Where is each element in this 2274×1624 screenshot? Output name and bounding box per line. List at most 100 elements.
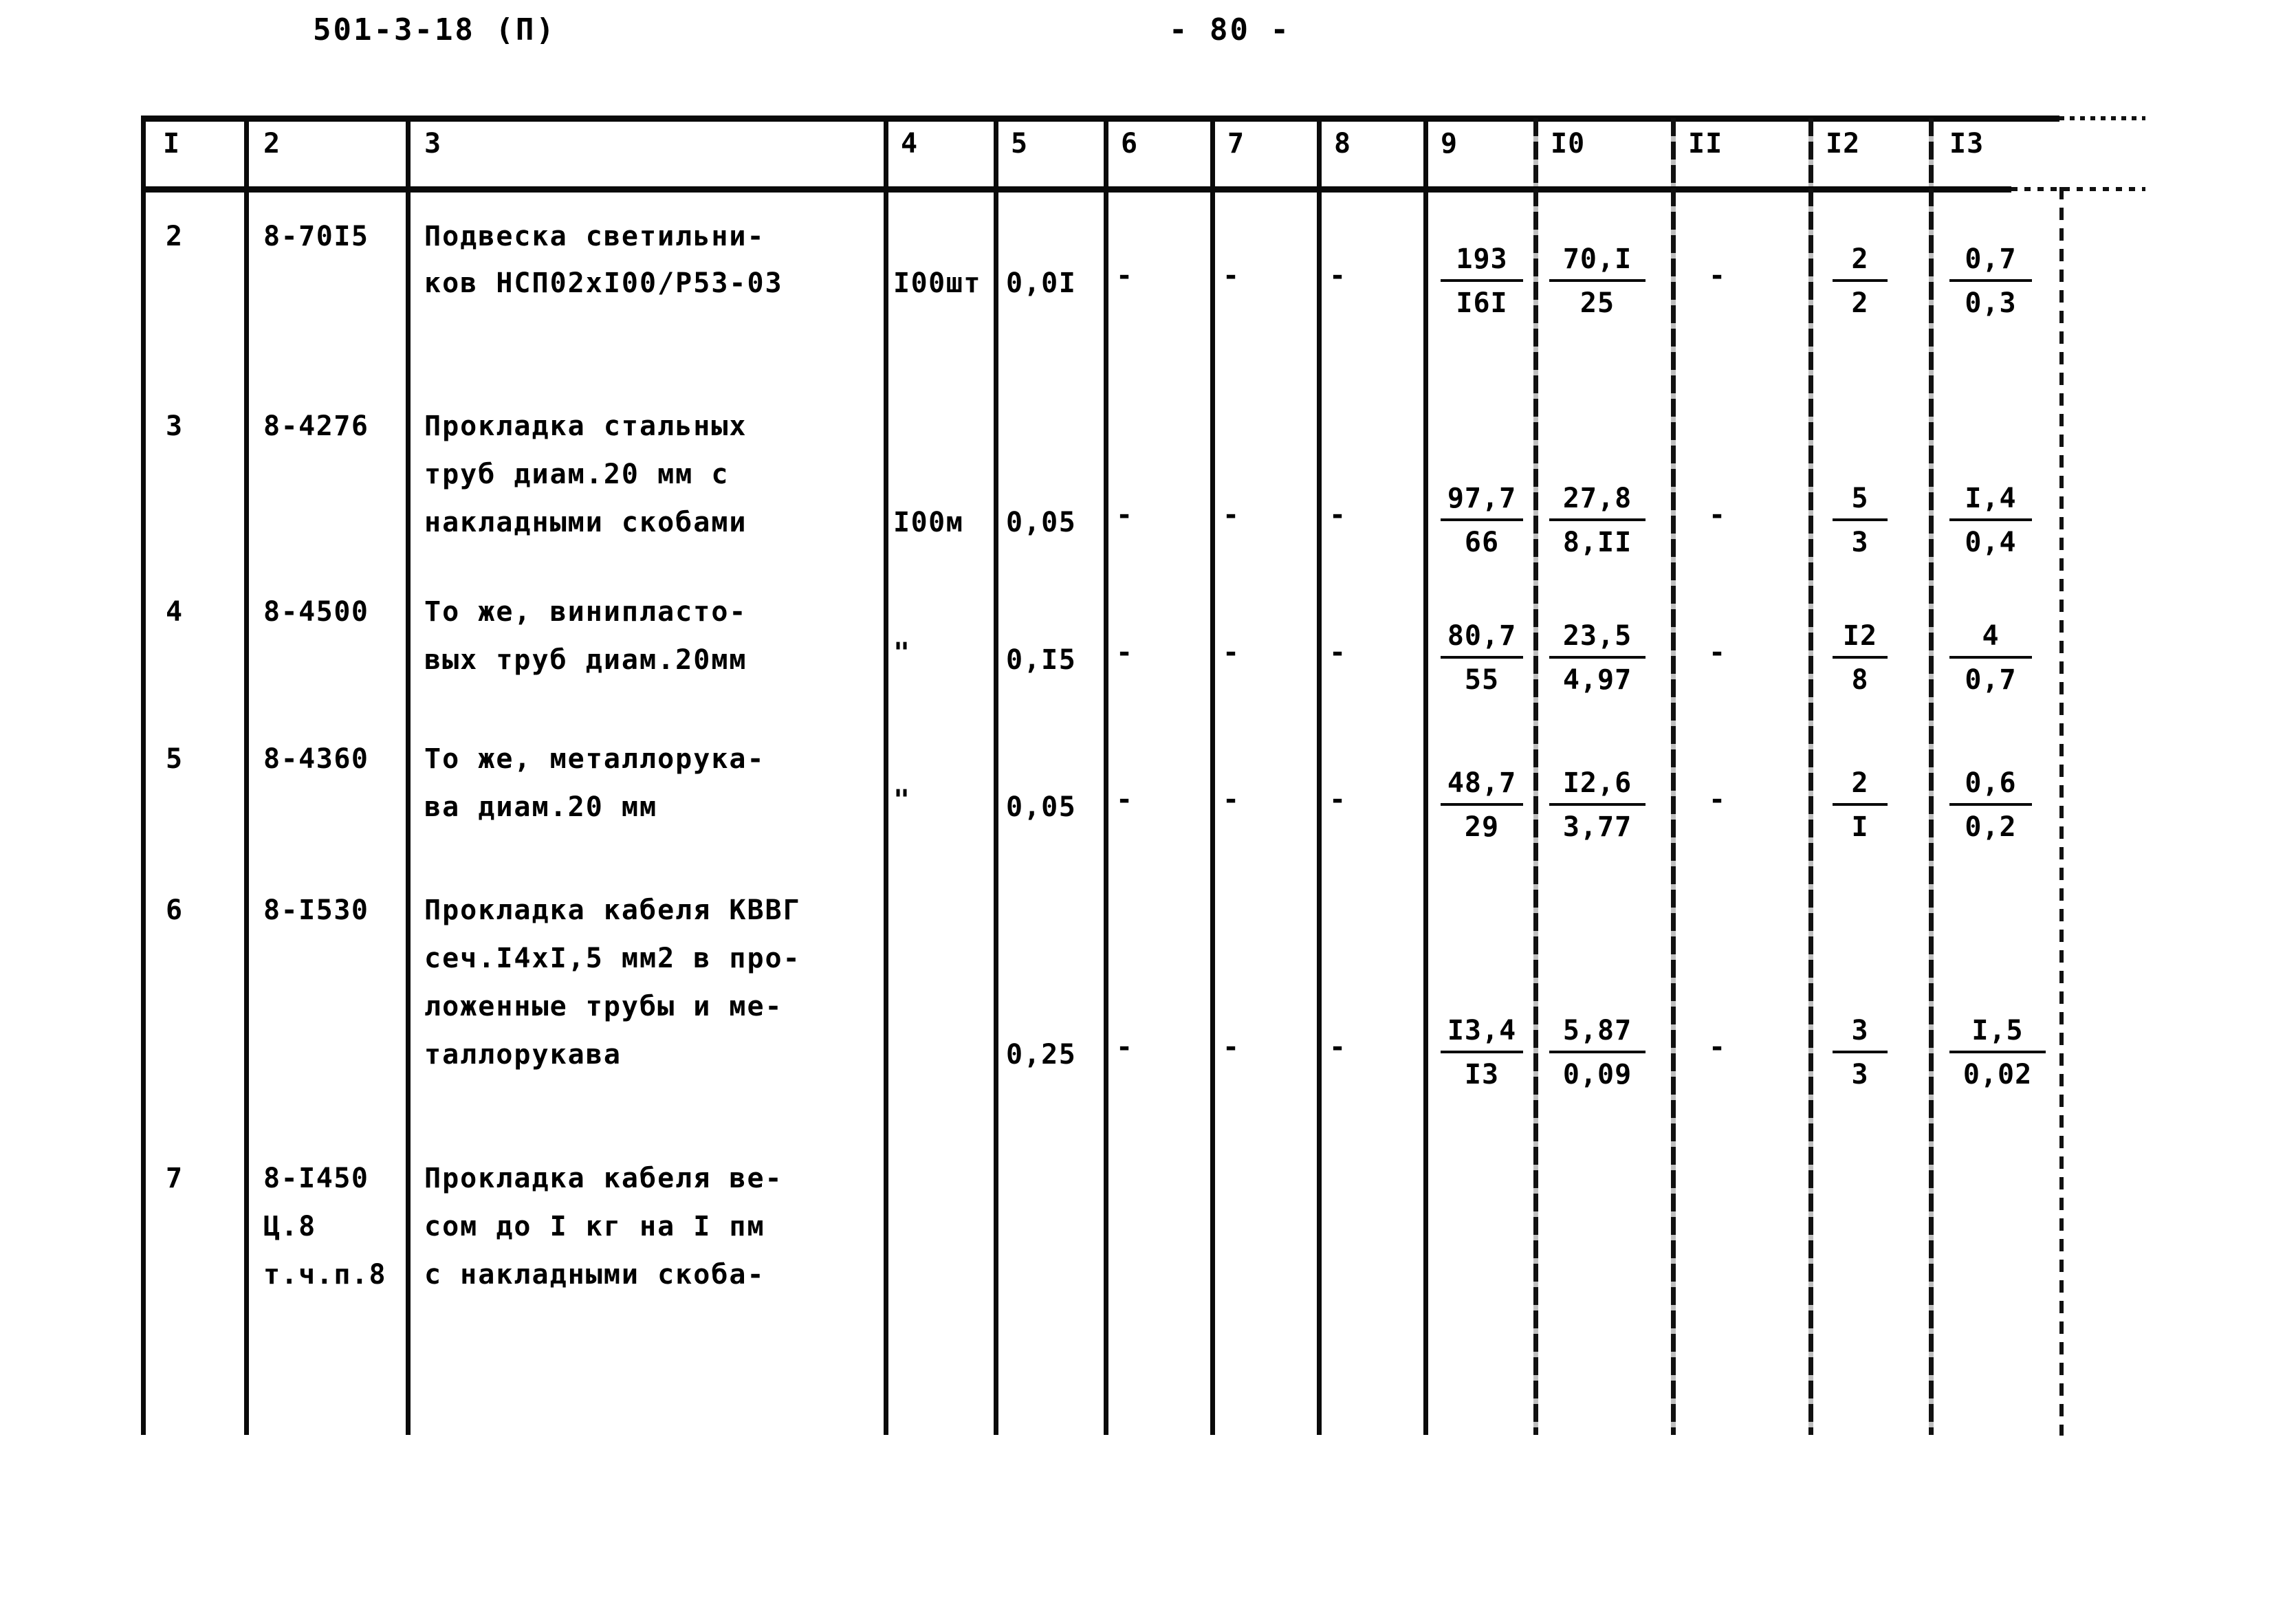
row-description-line: То же, металлорука- xyxy=(424,743,765,775)
col-border-3-4 xyxy=(884,118,888,1435)
row-code-extra: Ц.8 xyxy=(263,1211,316,1242)
row-code: 8-4276 xyxy=(263,410,369,442)
row-col10-numerator: 27,8 xyxy=(1549,480,1646,521)
column-header-2: 2 xyxy=(263,128,281,160)
row-col13-denominator: 0,3 xyxy=(1965,287,2017,319)
row-unit: I00шт xyxy=(893,267,981,299)
row-col12: I2 8 xyxy=(1833,617,1888,699)
col-border-4-5 xyxy=(994,118,998,1435)
row-col13-denominator: 0,4 xyxy=(1965,527,2017,558)
row-description-line: вых труб диам.20мм xyxy=(424,644,747,676)
row-col12-numerator: 3 xyxy=(1833,1012,1888,1053)
row-description-line: ложенные трубы и ме- xyxy=(424,991,783,1022)
row-col12-denominator: 2 xyxy=(1851,287,1869,319)
row-col13-denominator: 0,02 xyxy=(1963,1059,2033,1090)
col-border-6-7 xyxy=(1210,118,1215,1435)
row-description-line: с накладными скоба- xyxy=(424,1259,765,1291)
row-description-line: Прокладка кабеля КВВГ xyxy=(424,895,801,926)
row-quantity: 0,I5 xyxy=(1006,644,1077,676)
row-code: 8-4500 xyxy=(263,596,369,628)
col-border-left xyxy=(141,118,146,1435)
col-border-7-8 xyxy=(1317,118,1322,1435)
row-col13-numerator: I,4 xyxy=(1949,480,2032,521)
row-code: 8-I530 xyxy=(263,895,369,926)
row-col10: 27,8 8,II xyxy=(1549,480,1646,561)
row-col12-numerator: 2 xyxy=(1833,765,1888,806)
row-description-line: таллорукава xyxy=(424,1039,622,1071)
row-col10: 23,5 4,97 xyxy=(1549,617,1646,699)
row-unit: I00м xyxy=(893,507,964,538)
row-col9: 97,7 66 xyxy=(1441,480,1523,561)
row-col13: 0,6 0,2 xyxy=(1949,765,2032,846)
row-quantity: 0,0I xyxy=(1006,267,1077,299)
column-header-9: 9 xyxy=(1441,128,1458,160)
col-border-5-6 xyxy=(1104,118,1108,1435)
column-header-4: 4 xyxy=(901,128,919,160)
row-description-line: ков НСП02хI00/Р53-03 xyxy=(424,267,783,299)
row-col10-numerator: 5,87 xyxy=(1549,1012,1646,1053)
column-header-3: 3 xyxy=(424,128,442,160)
row-col7: - xyxy=(1223,1031,1240,1063)
row-col8: - xyxy=(1329,784,1346,815)
row-description-line: Прокладка стальных xyxy=(424,410,747,442)
col-border-9-10 xyxy=(1533,118,1538,1435)
row-col10-numerator: 70,I xyxy=(1549,241,1646,282)
row-col9-denominator: 55 xyxy=(1464,664,1500,696)
row-col13-denominator: 0,2 xyxy=(1965,811,2017,843)
row-col12: 5 3 xyxy=(1833,480,1888,561)
row-col8: - xyxy=(1329,260,1346,292)
row-col12-numerator: I2 xyxy=(1833,617,1888,659)
row-col12-denominator: 3 xyxy=(1851,527,1869,558)
row-col11: - xyxy=(1709,499,1726,531)
row-col9: 48,7 29 xyxy=(1441,765,1523,846)
column-header-13: I3 xyxy=(1949,128,1985,160)
row-description-line: Прокладка кабеля ве- xyxy=(424,1163,783,1194)
row-description-line: сом до I кг на I пм xyxy=(424,1211,765,1242)
row-col13: I,5 0,02 xyxy=(1949,1012,2046,1093)
row-col12-denominator: I xyxy=(1851,811,1869,843)
row-col12: 2 2 xyxy=(1833,241,1888,322)
column-header-12: I2 xyxy=(1826,128,1861,160)
row-col9-denominator: I6I xyxy=(1456,287,1508,319)
row-col8: - xyxy=(1329,637,1346,668)
row-col13: I,4 0,4 xyxy=(1949,480,2032,561)
row-col7: - xyxy=(1223,784,1240,815)
row-col13-numerator: I,5 xyxy=(1949,1012,2046,1053)
row-col6: - xyxy=(1116,260,1133,292)
row-col13: 0,7 0,3 xyxy=(1949,241,2032,322)
header-bottom-border xyxy=(141,186,2011,193)
col-border-1-2 xyxy=(244,118,249,1435)
col-border-right xyxy=(2059,187,2064,1436)
row-col7: - xyxy=(1223,260,1240,292)
row-col6: - xyxy=(1116,1031,1133,1063)
row-col9-numerator: I3,4 xyxy=(1441,1012,1523,1053)
row-col10-denominator: 3,77 xyxy=(1562,811,1632,843)
row-col10: I2,6 3,77 xyxy=(1549,765,1646,846)
row-code: 8-I450 xyxy=(263,1163,369,1194)
row-col9-denominator: 66 xyxy=(1464,527,1500,558)
column-header-11: II xyxy=(1688,128,1723,160)
row-col11: - xyxy=(1709,260,1726,292)
col-border-10-11 xyxy=(1671,118,1676,1435)
row-quantity: 0,25 xyxy=(1006,1039,1077,1071)
row-code: 8-70I5 xyxy=(263,221,369,252)
row-col10-denominator: 4,97 xyxy=(1562,664,1632,696)
row-col12-denominator: 3 xyxy=(1851,1059,1869,1090)
row-quantity: 0,05 xyxy=(1006,507,1077,538)
table-top-border xyxy=(141,116,2059,122)
column-header-8: 8 xyxy=(1334,128,1352,160)
table-row: 4 xyxy=(166,596,184,628)
row-col10-denominator: 8,II xyxy=(1562,527,1632,558)
row-col12-numerator: 2 xyxy=(1833,241,1888,282)
row-col9-denominator: I3 xyxy=(1464,1059,1500,1090)
row-col10-numerator: I2,6 xyxy=(1549,765,1646,806)
row-col12-numerator: 5 xyxy=(1833,480,1888,521)
row-col7: - xyxy=(1223,637,1240,668)
row-code: 8-4360 xyxy=(263,743,369,775)
row-col6: - xyxy=(1116,499,1133,531)
row-description-line: Подвеска светильни- xyxy=(424,221,765,252)
row-description-line: труб диам.20 мм с xyxy=(424,459,730,490)
page-number: - 80 - xyxy=(1169,12,1291,47)
row-col8: - xyxy=(1329,499,1346,531)
row-col10: 70,I 25 xyxy=(1549,241,1646,322)
